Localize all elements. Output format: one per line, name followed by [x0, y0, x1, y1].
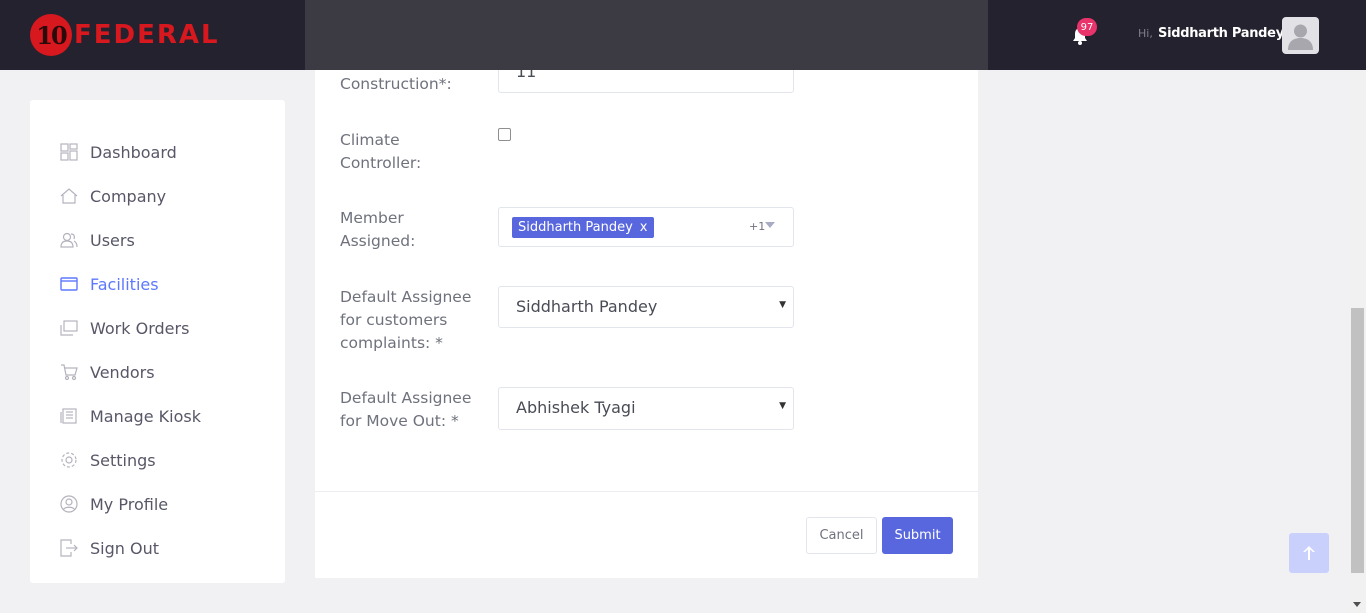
member-tag-label: Siddharth Pandey	[518, 220, 633, 235]
sidebar-item-label: Vendors	[90, 362, 155, 382]
member-assigned-multiselect[interactable]: Siddharth Pandey x +1	[498, 207, 794, 247]
sidebar-item-manage-kiosk[interactable]: Manage Kiosk	[59, 404, 201, 428]
brand-logo-badge: 10	[30, 14, 72, 56]
form-footer-divider	[315, 491, 978, 492]
sidebar-item-work-orders[interactable]: Work Orders	[59, 316, 189, 340]
arrow-up-icon	[1303, 546, 1315, 560]
facilities-icon	[59, 274, 79, 294]
member-tag: Siddharth Pandey x	[512, 217, 654, 238]
moveout-assignee-label: Default Assignee for Move Out: *	[340, 389, 472, 430]
chevron-down-icon: ▼	[779, 300, 786, 310]
sidebar-item-my-profile[interactable]: My Profile	[59, 492, 168, 516]
chevron-down-icon[interactable]	[765, 222, 775, 228]
sidebar-item-settings[interactable]: Settings	[59, 448, 156, 472]
users-icon	[59, 230, 79, 250]
member-assigned-label: Member Assigned:	[340, 209, 416, 250]
gear-icon	[59, 450, 79, 470]
greeting-text: Hi,	[1138, 27, 1153, 40]
sidebar-item-label: Facilities	[90, 274, 159, 294]
complaints-assignee-select[interactable]: Siddharth Pandey ▼	[498, 286, 794, 328]
member-more-count: +1	[749, 220, 766, 233]
header-username[interactable]: Siddharth Pandey	[1158, 26, 1284, 41]
moveout-assignee-select[interactable]: Abhishek Tyagi ▼	[498, 387, 794, 430]
cart-icon	[59, 362, 79, 382]
sign-out-icon	[59, 538, 79, 558]
sidebar-item-label: Users	[90, 230, 135, 250]
sidebar-item-label: Settings	[90, 450, 156, 470]
sidebar-item-facilities[interactable]: Facilities	[59, 272, 159, 296]
member-tag-remove-button[interactable]: x	[640, 220, 648, 235]
construction-label: Construction*:	[340, 75, 452, 93]
dashboard-icon	[59, 142, 79, 162]
sidebar-item-users[interactable]: Users	[59, 228, 135, 252]
climate-controller-checkbox[interactable]	[498, 128, 511, 141]
notification-count-badge: 97	[1077, 18, 1097, 36]
sidebar-item-label: My Profile	[90, 494, 169, 514]
sidebar: Dashboard Company Users Facilities Work …	[30, 100, 285, 583]
scroll-to-top-button[interactable]	[1289, 533, 1329, 573]
submit-button[interactable]: Submit	[882, 517, 953, 554]
profile-icon	[59, 494, 79, 514]
user-avatar[interactable]	[1282, 17, 1319, 54]
brand-logo[interactable]: 10 FEDERAL	[30, 14, 220, 56]
sidebar-item-vendors[interactable]: Vendors	[59, 360, 155, 384]
chevron-down-icon: ▼	[779, 401, 786, 411]
complaints-assignee-value: Siddharth Pandey	[516, 297, 658, 316]
sidebar-item-company[interactable]: Company	[59, 184, 166, 208]
modal-overlay-top	[305, 0, 988, 70]
home-icon	[59, 186, 79, 206]
cancel-button[interactable]: Cancel	[806, 517, 877, 554]
work-orders-icon	[59, 318, 79, 338]
sidebar-item-label: Company	[90, 186, 167, 206]
sidebar-item-label: Sign Out	[90, 538, 159, 558]
sidebar-item-label: Dashboard	[90, 142, 177, 162]
sidebar-item-label: Manage Kiosk	[90, 406, 201, 426]
sidebar-item-dashboard[interactable]: Dashboard	[59, 140, 177, 164]
scroll-down-arrow-icon[interactable]	[1353, 602, 1361, 607]
complaints-assignee-label: Default Assignee for customers complaint…	[340, 288, 472, 352]
brand-logo-text: FEDERAL	[74, 20, 220, 50]
scrollbar-thumb[interactable]	[1351, 308, 1364, 573]
kiosk-icon	[59, 406, 79, 426]
climate-controller-label: Climate Controller:	[340, 131, 422, 172]
sidebar-item-sign-out[interactable]: Sign Out	[59, 536, 159, 560]
sidebar-item-label: Work Orders	[90, 318, 190, 338]
moveout-assignee-value: Abhishek Tyagi	[516, 398, 636, 417]
